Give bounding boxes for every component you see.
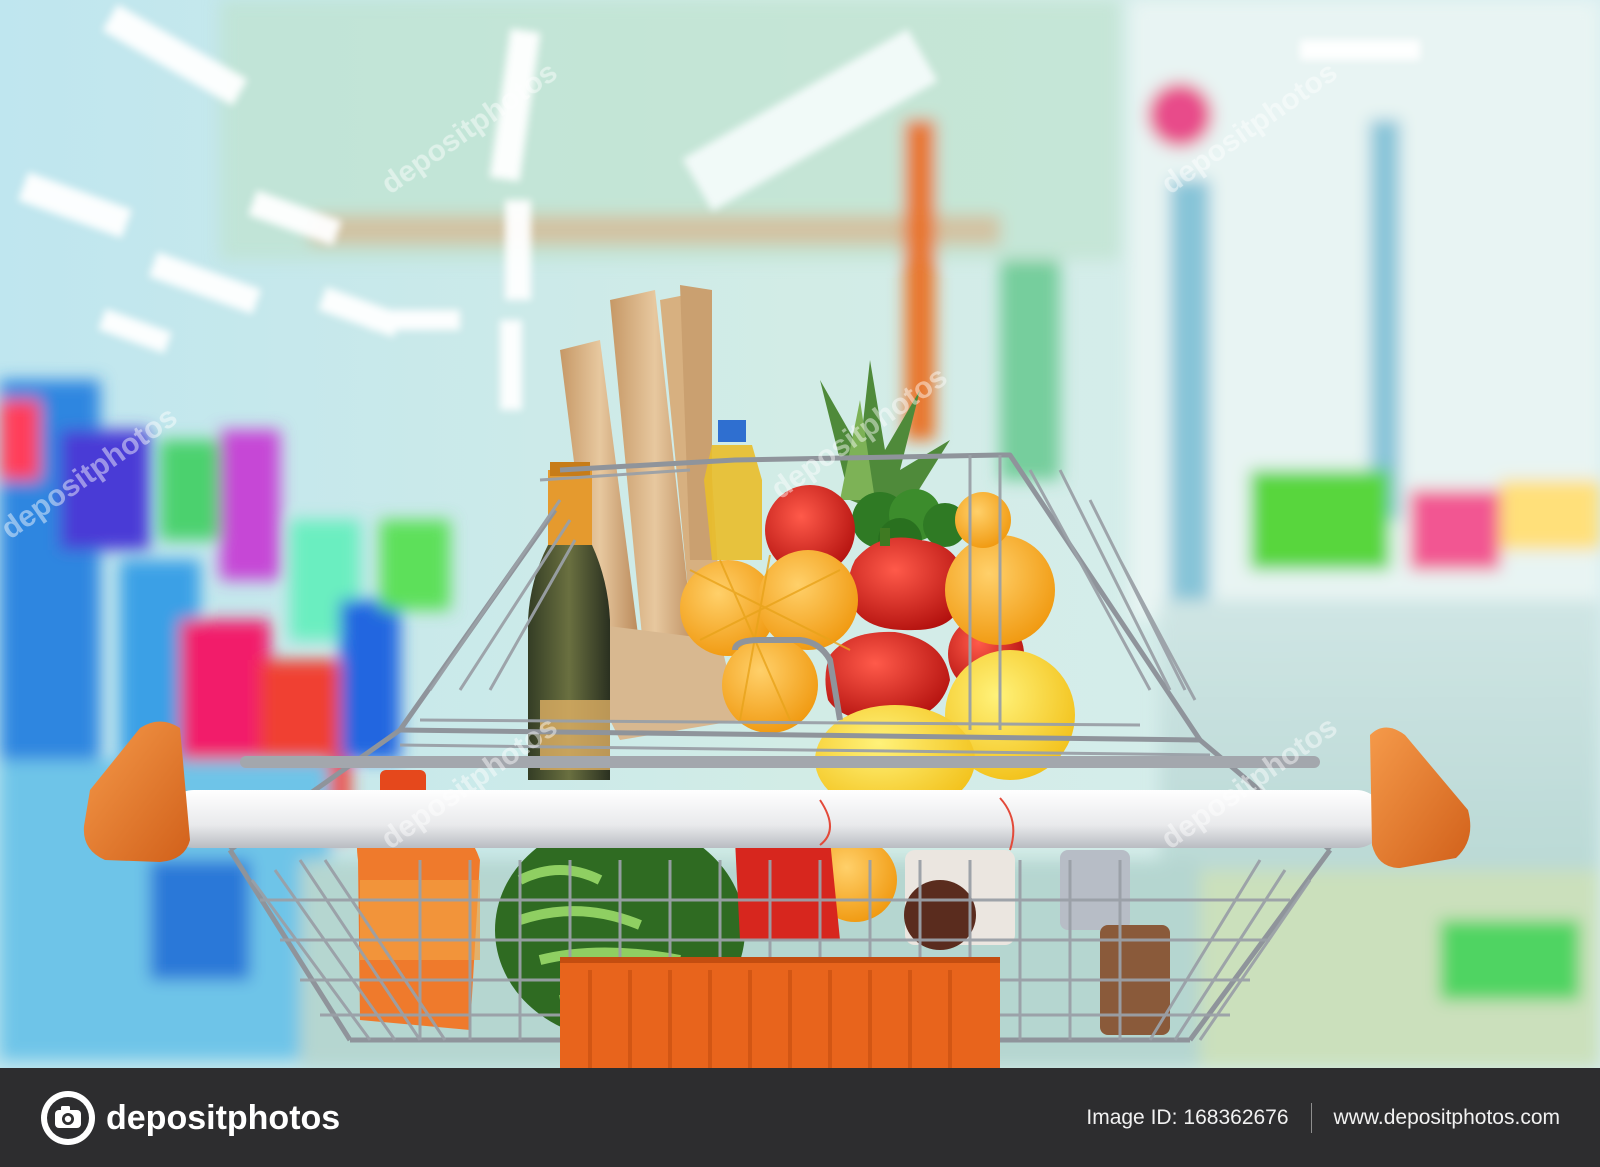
brand-name: depositphotos — [106, 1098, 341, 1137]
cart-orange-basket — [560, 957, 1000, 1068]
stock-footer-bar: depositphotos Image ID: 168362676 www.de… — [0, 1068, 1600, 1167]
shopping-cart-photo: depositphotos depositphotos depositphoto… — [0, 0, 1600, 1068]
ketchup-bottle — [735, 840, 840, 940]
image-id-value: 168362676 — [1183, 1105, 1289, 1129]
orange — [955, 492, 1011, 548]
stock-photo-page: depositphotos depositphotos depositphoto… — [0, 0, 1600, 1167]
image-id-label: Image ID: — [1086, 1105, 1178, 1129]
image-id: Image ID: 168362676 — [1086, 1106, 1288, 1130]
image-info: Image ID: 168362676 www.depositphotos.co… — [1086, 1102, 1560, 1133]
site-url-link[interactable]: www.depositphotos.com — [1334, 1106, 1560, 1130]
shopping-cart-illustration: depositphotos depositphotos depositphoto… — [0, 0, 1600, 1068]
footer-divider — [1310, 1102, 1312, 1133]
brand-logo-link[interactable]: depositphotos — [40, 1090, 340, 1146]
camera-icon — [41, 1090, 95, 1145]
